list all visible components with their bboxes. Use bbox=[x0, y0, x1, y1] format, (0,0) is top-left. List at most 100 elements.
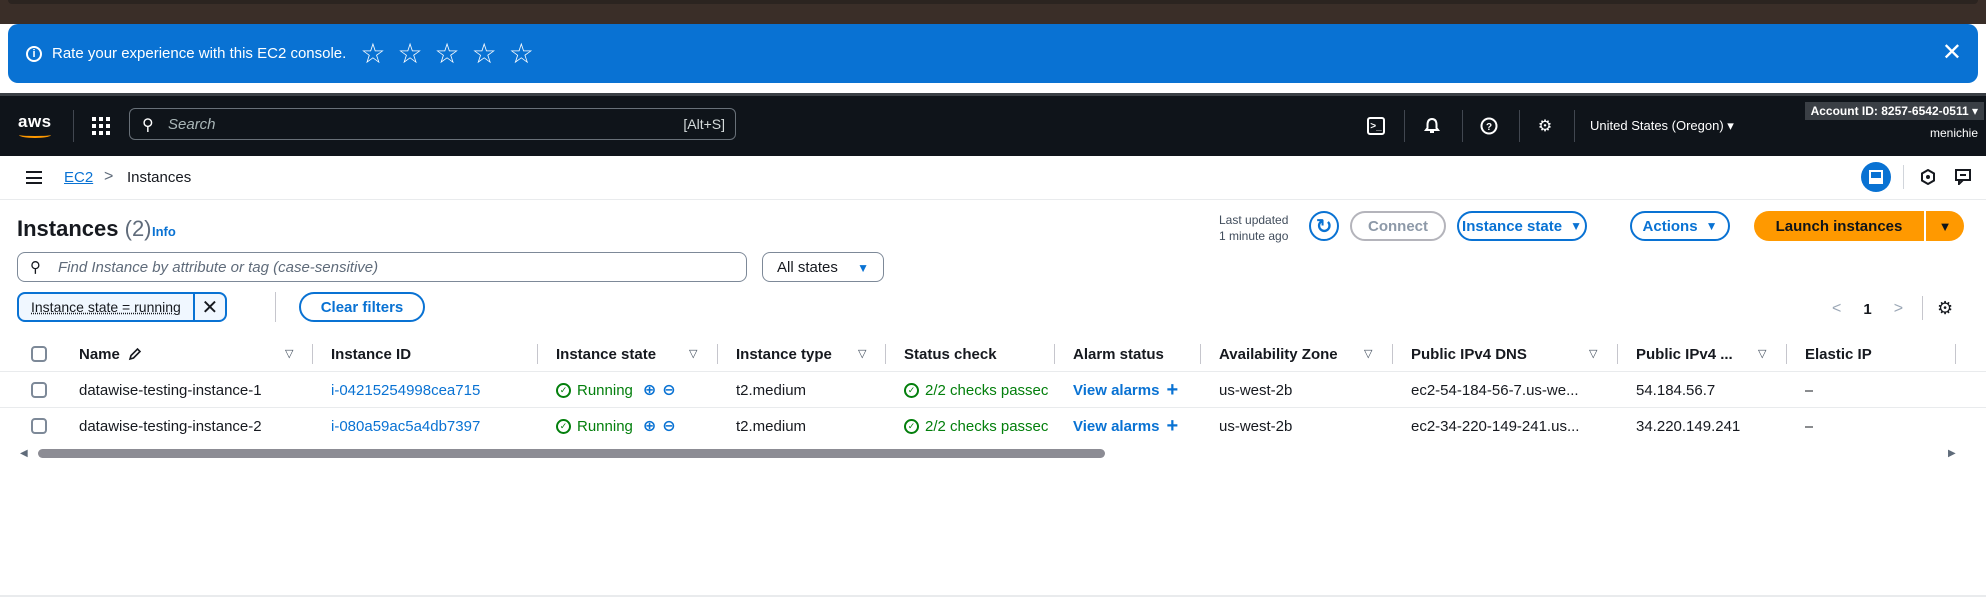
clear-filters-button[interactable]: Clear filters bbox=[299, 292, 425, 322]
pager-divider bbox=[1922, 296, 1923, 320]
column-header-elastic-ip[interactable]: Elastic IP bbox=[1805, 336, 1872, 372]
instances-panel: Instances (2) Info Last updated 1 minute… bbox=[0, 200, 1986, 597]
sort-caret-icon[interactable]: ▽ bbox=[1364, 347, 1372, 360]
star-icon[interactable]: ☆ bbox=[397, 39, 422, 68]
scroll-right-icon[interactable]: ▶ bbox=[1948, 448, 1956, 459]
close-icon[interactable]: ✕ bbox=[1942, 38, 1962, 67]
instance-state-label: Instance state bbox=[1462, 217, 1563, 235]
actions-button[interactable]: Actions ▼ bbox=[1630, 211, 1730, 241]
username[interactable]: menichie bbox=[1930, 126, 1978, 140]
instance-filter-input[interactable] bbox=[58, 256, 718, 278]
region-selector[interactable]: United States (Oregon) ▾ bbox=[1590, 118, 1734, 134]
caret-down-icon: ▼ bbox=[1705, 219, 1718, 233]
column-header-instance-id[interactable]: Instance ID bbox=[331, 336, 411, 372]
column-header-alarm-status[interactable]: Alarm status bbox=[1073, 336, 1164, 372]
notifications-icon[interactable] bbox=[1916, 165, 1940, 189]
remove-filter-icon[interactable]: ✕ bbox=[192, 294, 225, 320]
public-ipv4: 34.220.149.241 bbox=[1636, 417, 1741, 435]
sort-caret-icon[interactable]: ▽ bbox=[689, 347, 697, 360]
horizontal-scrollbar[interactable]: ◀ ▶ bbox=[0, 446, 1986, 460]
breadcrumb-ec2-link[interactable]: EC2 bbox=[64, 169, 93, 186]
column-header-public-dns[interactable]: Public IPv4 DNS bbox=[1411, 336, 1527, 372]
nav-divider bbox=[73, 110, 74, 142]
sort-caret-icon[interactable]: ▽ bbox=[1589, 347, 1597, 360]
page-number[interactable]: 1 bbox=[1863, 301, 1871, 318]
public-ipv4: 54.184.56.7 bbox=[1636, 381, 1716, 399]
table-settings-icon[interactable]: ⚙ bbox=[1937, 298, 1953, 319]
status-check: ✓ 2/2 checks passec bbox=[904, 372, 1054, 408]
connect-label: Connect bbox=[1368, 217, 1428, 235]
instance-state: ✓ Running ⊕ ⊖ bbox=[556, 372, 676, 408]
sort-caret-icon[interactable]: ▽ bbox=[858, 347, 866, 360]
gear-icon[interactable]: ⚙ bbox=[1533, 114, 1557, 138]
column-header-public-ipv4[interactable]: Public IPv4 ... bbox=[1636, 336, 1733, 372]
instance-id-link[interactable]: i-04215254998cea715 bbox=[331, 372, 480, 408]
scrollbar-thumb[interactable] bbox=[38, 449, 1105, 458]
last-updated: Last updated 1 minute ago bbox=[1219, 212, 1288, 244]
info-link[interactable]: Info bbox=[152, 224, 176, 239]
public-dns: ec2-34-220-149-241.us... bbox=[1411, 417, 1580, 435]
instance-state-button[interactable]: Instance state ▼ bbox=[1457, 211, 1587, 241]
public-dns: ec2-54-184-56-7.us-we... bbox=[1411, 381, 1579, 399]
star-icon[interactable]: ☆ bbox=[435, 39, 460, 68]
banner-message: Rate your experience with this EC2 conso… bbox=[52, 45, 347, 62]
prev-page-icon[interactable]: < bbox=[1832, 300, 1841, 318]
row-checkbox[interactable] bbox=[31, 382, 47, 398]
feedback-icon[interactable] bbox=[1952, 165, 1976, 189]
launch-instances-button[interactable]: Launch instances bbox=[1754, 211, 1924, 241]
states-select[interactable]: All states ▼ bbox=[762, 252, 884, 282]
plus-icon: + bbox=[1166, 414, 1179, 437]
zoom-in-icon[interactable]: ⊕ bbox=[643, 380, 656, 400]
refresh-button[interactable]: ↻ bbox=[1309, 211, 1339, 241]
nav-divider bbox=[1404, 110, 1405, 142]
bell-icon[interactable] bbox=[1420, 114, 1444, 138]
top-strip bbox=[0, 0, 1986, 24]
breadcrumb-bar: EC2 > Instances bbox=[0, 156, 1986, 200]
account-menu[interactable]: Account ID: 8257-6542-0511 ▾ bbox=[1804, 102, 1984, 120]
launch-dropdown-button[interactable]: ▼ bbox=[1924, 211, 1964, 241]
pagination: < 1 > bbox=[1832, 300, 1903, 318]
sort-caret-icon[interactable]: ▽ bbox=[285, 347, 293, 360]
view-alarms-link[interactable]: View alarms + bbox=[1073, 372, 1178, 408]
column-header-instance-state[interactable]: Instance state bbox=[556, 336, 656, 372]
next-page-icon[interactable]: > bbox=[1894, 300, 1903, 318]
zoom-out-icon[interactable]: ⊖ bbox=[662, 380, 675, 400]
top-navbar: aws ⚲ [Alt+S] >_ ? ⚙ United States (Oreg… bbox=[0, 96, 1986, 156]
scroll-left-icon[interactable]: ◀ bbox=[20, 448, 28, 459]
help-icon[interactable]: ? bbox=[1477, 114, 1501, 138]
svg-text:?: ? bbox=[1486, 122, 1492, 133]
instance-id-link[interactable]: i-080a59ac5a4db7397 bbox=[331, 408, 480, 444]
view-alarms-link[interactable]: View alarms + bbox=[1073, 408, 1178, 444]
actions-label: Actions bbox=[1642, 217, 1698, 235]
row-checkbox[interactable] bbox=[31, 418, 47, 434]
split-panel-icon[interactable] bbox=[1861, 162, 1891, 192]
search-shortcut: [Alt+S] bbox=[683, 116, 725, 132]
table-row[interactable]: datawise-testing-instance-1 i-0421525499… bbox=[0, 372, 1986, 408]
cloudshell-icon[interactable]: >_ bbox=[1367, 117, 1385, 135]
column-header-name[interactable]: Name bbox=[79, 336, 142, 372]
last-updated-value: 1 minute ago bbox=[1219, 229, 1289, 243]
star-icon[interactable]: ☆ bbox=[472, 39, 497, 68]
instance-state: ✓ Running ⊕ ⊖ bbox=[556, 408, 676, 444]
instance-filter[interactable]: ⚲ bbox=[17, 252, 747, 282]
sort-caret-icon[interactable]: ▽ bbox=[1758, 347, 1766, 360]
aws-logo[interactable]: aws bbox=[18, 112, 52, 138]
services-grid-icon[interactable] bbox=[92, 117, 110, 135]
menu-icon[interactable] bbox=[26, 171, 42, 184]
select-all-checkbox[interactable] bbox=[31, 346, 47, 362]
instance-type: t2.medium bbox=[736, 381, 807, 399]
filter-token-label[interactable]: Instance state = running bbox=[19, 294, 193, 320]
check-circle-icon: ✓ bbox=[556, 418, 571, 434]
global-search-input[interactable] bbox=[168, 112, 608, 136]
table-row[interactable]: datawise-testing-instance-2 i-080a59ac5a… bbox=[0, 408, 1986, 444]
global-search[interactable]: ⚲ [Alt+S] bbox=[129, 108, 736, 140]
zoom-in-icon[interactable]: ⊕ bbox=[643, 416, 656, 436]
column-header-instance-type[interactable]: Instance type bbox=[736, 336, 832, 372]
star-icon[interactable]: ☆ bbox=[509, 39, 534, 68]
side-divider bbox=[1903, 165, 1904, 189]
connect-button[interactable]: Connect bbox=[1350, 211, 1446, 241]
column-header-status-check[interactable]: Status check bbox=[904, 336, 997, 372]
zoom-out-icon[interactable]: ⊖ bbox=[662, 416, 675, 436]
star-icon[interactable]: ☆ bbox=[360, 39, 385, 68]
column-header-availability-zone[interactable]: Availability Zone bbox=[1219, 336, 1338, 372]
